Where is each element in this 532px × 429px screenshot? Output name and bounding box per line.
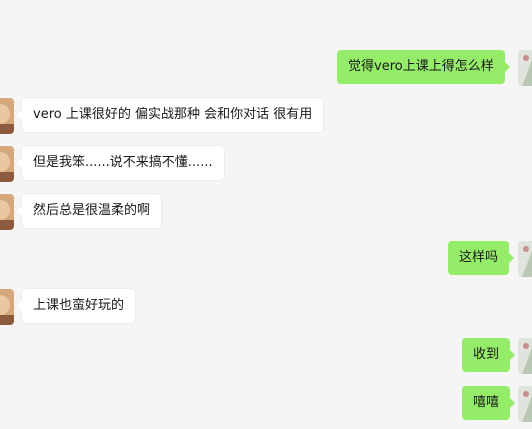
message-row-incoming: 然后总是很温柔的啊 (0, 194, 532, 230)
message-row-incoming: 但是我笨......说不来搞不懂...... (0, 146, 532, 182)
self-avatar-icon[interactable] (518, 338, 532, 374)
message-bubble-incoming[interactable]: vero 上课很好的 偏实战那种 会和你对话 很有用 (16, 98, 324, 132)
contact-avatar-icon[interactable] (0, 194, 14, 230)
message-row-outgoing: 这样吗 (0, 241, 532, 277)
message-bubble-outgoing[interactable]: 收到 (462, 338, 516, 372)
message-row-outgoing: 觉得vero上课上得怎么样 (0, 50, 532, 86)
message-bubble-outgoing[interactable]: 嘻嘻 (462, 386, 516, 420)
message-bubble-outgoing[interactable]: 觉得vero上课上得怎么样 (337, 50, 510, 84)
self-avatar-icon[interactable] (518, 50, 532, 86)
message-row-outgoing: 收到 (0, 338, 532, 374)
contact-avatar-icon[interactable] (0, 146, 14, 182)
self-avatar-icon[interactable] (518, 386, 532, 422)
message-bubble-outgoing[interactable]: 这样吗 (448, 241, 515, 275)
message-row-incoming: vero 上课很好的 偏实战那种 会和你对话 很有用 (0, 98, 532, 134)
message-row-incoming: 上课也蛮好玩的 (0, 289, 532, 325)
message-row-outgoing: 嘻嘻 (0, 386, 532, 422)
message-bubble-incoming[interactable]: 上课也蛮好玩的 (16, 289, 136, 323)
message-bubble-incoming[interactable]: 然后总是很温柔的啊 (16, 194, 162, 228)
self-avatar-icon[interactable] (518, 241, 532, 277)
message-bubble-incoming[interactable]: 但是我笨......说不来搞不懂...... (17, 146, 224, 180)
contact-avatar-icon[interactable] (0, 289, 14, 325)
contact-avatar-icon[interactable] (0, 98, 14, 134)
